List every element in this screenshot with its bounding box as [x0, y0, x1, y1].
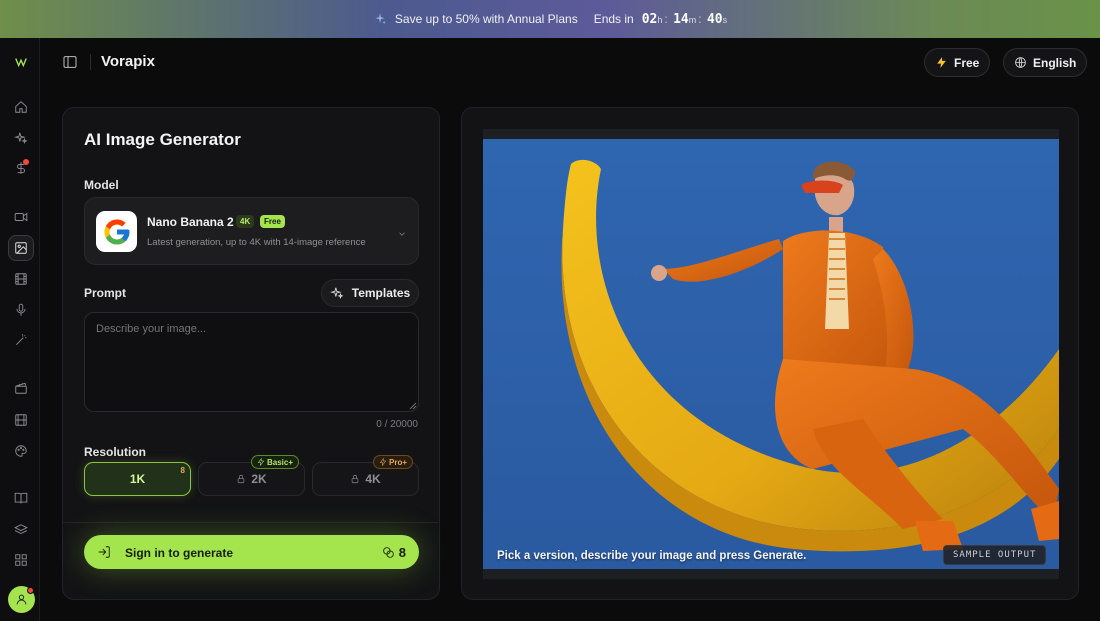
sample-output-image: Pick a version, describe your image and …: [483, 129, 1059, 579]
resolution-option-1k[interactable]: 1K 8: [84, 462, 191, 496]
templates-button[interactable]: Templates: [321, 279, 419, 307]
countdown: 02h: 14m: 40s: [641, 11, 728, 27]
price-badge: Free: [260, 215, 285, 228]
globe-icon: [1015, 57, 1026, 68]
promo-message: Save up to 50% with Annual Plans: [394, 12, 578, 26]
lightning-icon: [379, 458, 387, 466]
model-label: Model: [84, 178, 119, 192]
plan-button[interactable]: Free: [924, 48, 991, 77]
character-counter: 0 / 20000: [376, 419, 418, 430]
countdown-seconds-unit: s: [722, 14, 728, 25]
sample-output-tag: SAMPLE OUTPUT: [943, 545, 1047, 565]
countdown-minutes: 14: [673, 11, 689, 27]
templates-label: Templates: [351, 286, 411, 300]
countdown-hours: 02: [641, 11, 658, 27]
preview-panel: Pick a version, describe your image and …: [461, 107, 1079, 600]
tier-badge-basic: Basic+: [251, 455, 300, 469]
notification-dot: [23, 159, 29, 165]
sparkle-icon: [375, 13, 386, 25]
countdown-hours-unit: h: [657, 14, 663, 25]
sidebar: [0, 38, 40, 621]
generator-panel: AI Image Generator Model Nano Banana 2 4…: [62, 107, 440, 600]
promo-banner[interactable]: Save up to 50% with Annual Plans Ends in…: [0, 0, 1100, 38]
layers-icon[interactable]: [10, 519, 32, 541]
book-icon[interactable]: [10, 487, 32, 509]
countdown-minutes-unit: m: [688, 14, 697, 25]
generate-cost: 8: [382, 545, 406, 560]
resolution-option-2k[interactable]: Basic+ 2K: [198, 455, 305, 496]
language-button[interactable]: English: [1003, 48, 1088, 77]
promo-ends-label: Ends in: [593, 12, 634, 26]
film-strip-icon[interactable]: [10, 409, 32, 431]
lightning-icon: [257, 458, 265, 466]
palette-icon[interactable]: [10, 440, 32, 462]
logo-icon[interactable]: [10, 51, 32, 73]
notification-dot: [27, 587, 34, 594]
generate-cost-value: 8: [398, 545, 406, 560]
lightning-icon: [937, 57, 946, 68]
lock-icon: [238, 474, 245, 484]
sign-in-icon: [97, 545, 111, 559]
sidebar-toggle-icon[interactable]: [62, 54, 78, 70]
tier-pro-label: Pro+: [389, 457, 408, 467]
sparkles-icon[interactable]: [10, 127, 32, 149]
countdown-seconds: 40: [706, 11, 723, 27]
avatar[interactable]: [8, 586, 35, 613]
tier-badge-pro: Pro+: [373, 455, 414, 469]
chevron-down-icon: [397, 226, 407, 236]
lock-icon: [352, 474, 359, 484]
language-label: English: [1033, 55, 1077, 70]
prompt-input[interactable]: [84, 312, 419, 412]
video-icon[interactable]: [10, 206, 32, 228]
resolution-option-4k[interactable]: Pro+ 4K: [312, 455, 419, 496]
generate-label: Sign in to generate: [125, 546, 234, 560]
page-title: AI Image Generator: [84, 130, 241, 149]
image-icon[interactable]: [8, 235, 34, 261]
sample-image: [483, 129, 1059, 579]
header-divider: [90, 54, 91, 70]
home-icon[interactable]: [10, 96, 32, 118]
model-description: Latest generation, up to 4K with 14-imag…: [147, 237, 366, 248]
plan-label: Free: [954, 55, 980, 70]
resolution-4k-label: 4K: [365, 472, 381, 486]
magic-wand-icon[interactable]: [10, 329, 32, 351]
film-icon[interactable]: [10, 268, 32, 290]
model-selector[interactable]: Nano Banana 2 4K Free Latest generation,…: [84, 197, 419, 265]
grid-icon[interactable]: [10, 549, 32, 571]
sign-in-to-generate-button[interactable]: Sign in to generate 8: [84, 535, 419, 569]
resolution-1k-label: 1K: [129, 472, 146, 486]
google-logo-icon: [96, 211, 137, 252]
resolution-2k-label: 2K: [251, 472, 267, 486]
tier-basic-label: Basic+: [267, 457, 294, 467]
credit-cost: 8: [180, 466, 185, 475]
user-icon: [16, 594, 27, 605]
model-name: Nano Banana 2: [147, 215, 234, 229]
brand-name: Vorapix: [101, 53, 155, 70]
resolution-label: Resolution: [84, 445, 146, 459]
microphone-icon[interactable]: [10, 299, 32, 321]
resize-handle-icon[interactable]: [409, 402, 417, 410]
sparkles-icon: [329, 287, 344, 299]
prompt-label: Prompt: [84, 286, 126, 300]
coins-icon: [382, 547, 394, 558]
clapperboard-icon[interactable]: [10, 377, 32, 399]
preview-caption: Pick a version, describe your image and …: [497, 550, 807, 562]
quality-badge: 4K: [236, 215, 255, 228]
divider: [63, 522, 439, 523]
dollar-icon[interactable]: [10, 157, 32, 179]
